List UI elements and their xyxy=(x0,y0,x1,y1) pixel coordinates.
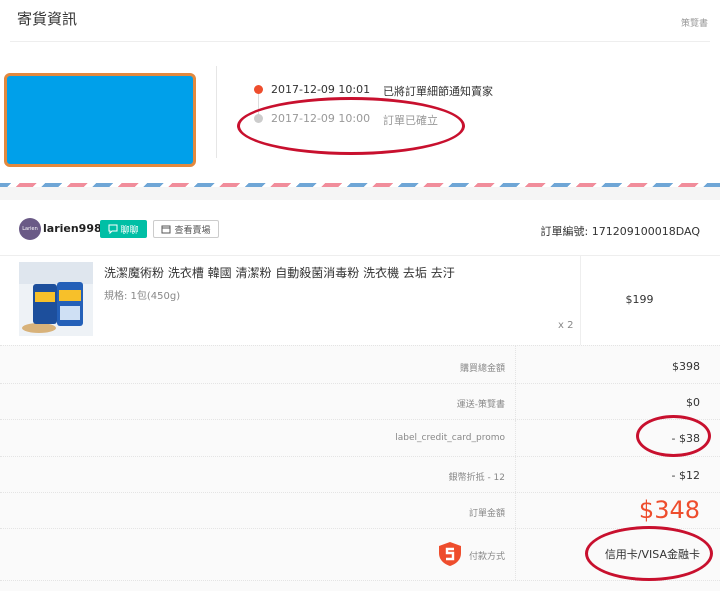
divider xyxy=(515,493,516,528)
summary-value: $398 xyxy=(672,360,700,373)
summary-row-shipping: 運送-策覽書 $0 xyxy=(0,383,720,419)
timeline-text: 已將訂單細節通知賣家 xyxy=(383,85,493,98)
summary-label: 運送-策覽書 xyxy=(456,400,505,410)
summary-label: 購買總金額 xyxy=(459,364,505,374)
summary-value: $0 xyxy=(686,396,700,409)
summary-value: - $12 xyxy=(671,469,700,482)
divider xyxy=(216,66,217,158)
shipping-info-panel: 寄貨資訊 策覽書 2017-12-09 10:01 已將訂單細節通知賣家 201… xyxy=(0,0,720,186)
order-total-value: $348 xyxy=(638,496,700,524)
summary-row-credit-card-promo: label_credit_card_promo - $38 xyxy=(0,419,720,456)
order-number: 訂單編號: 171209100018DAQ xyxy=(541,223,700,239)
annotation-ellipse xyxy=(636,415,711,457)
divider xyxy=(515,346,516,383)
timeline-time: 2017-12-09 10:01 xyxy=(271,83,371,96)
product-price: $199 xyxy=(625,293,654,306)
divider xyxy=(515,420,516,456)
chat-button[interactable]: 聊聊 xyxy=(100,220,147,238)
divider xyxy=(515,529,516,580)
annotation-ellipse xyxy=(585,526,713,581)
order-panel: Larien larien9988 聊聊 查看賣場 訂單編號: 17120910… xyxy=(0,200,720,346)
product-variation: 規格: 1包(450g) xyxy=(104,291,181,302)
summary-label: 付款方式 xyxy=(468,552,505,562)
divider xyxy=(515,384,516,419)
divider xyxy=(515,457,516,492)
summary-label: 訂單金額 xyxy=(468,509,505,519)
shipping-title: 寄貨資訊 xyxy=(17,10,78,28)
airmail-border xyxy=(0,183,720,187)
redacted-box xyxy=(4,73,196,167)
chat-label: 聊聊 xyxy=(120,225,139,236)
divider xyxy=(0,580,720,591)
order-number-label: 訂單編號: xyxy=(540,225,589,238)
summary-label: label_credit_card_promo xyxy=(395,433,505,443)
shield-s-icon xyxy=(439,542,461,566)
summary-row-coin-discount: 銀幣折抵 - 12 - $12 xyxy=(0,456,720,492)
view-shop-button[interactable]: 查看賣場 xyxy=(153,220,219,238)
timeline-dot-active xyxy=(254,85,263,94)
summary-row-subtotal: 購買總金額 $398 xyxy=(0,345,720,383)
product-thumbnail[interactable] xyxy=(19,262,93,336)
view-shop-label: 查看賣場 xyxy=(174,225,211,236)
product-image xyxy=(19,262,93,336)
shop-icon xyxy=(161,225,171,234)
shop-avatar[interactable]: Larien xyxy=(19,218,41,240)
summary-label: 銀幣折抵 - 12 xyxy=(448,473,505,483)
product-name[interactable]: 洗潔魔術粉 洗衣槽 韓國 清潔粉 自動殺菌消毒粉 洗衣機 去垢 去汙 xyxy=(104,264,455,281)
summary-row-order-total: 訂單金額 $348 xyxy=(0,492,720,528)
chat-bubble-icon xyxy=(108,224,118,234)
order-number-value: 171209100018DAQ xyxy=(591,225,700,238)
shipping-carrier-link[interactable]: 策覽書 xyxy=(681,16,708,29)
annotation-ellipse xyxy=(237,97,465,155)
product-row[interactable]: 洗潔魔術粉 洗衣槽 韓國 清潔粉 自動殺菌消毒粉 洗衣機 去垢 去汙 規格: 1… xyxy=(0,255,720,346)
divider xyxy=(10,41,710,42)
product-quantity: x 2 xyxy=(558,320,574,331)
